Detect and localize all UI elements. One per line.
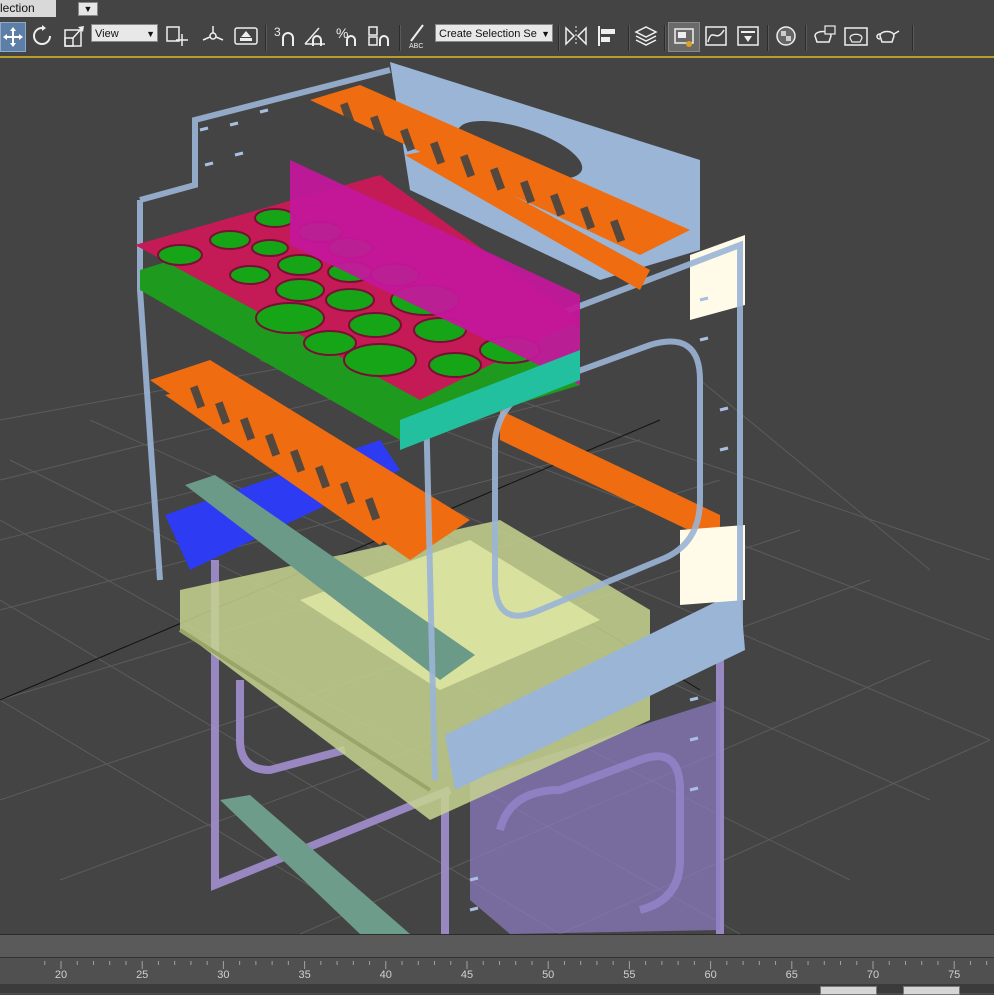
- toolbar-divider: [664, 25, 666, 51]
- align-icon[interactable]: [594, 22, 624, 50]
- toolbar-divider: [767, 25, 769, 51]
- frame-tick-label: 30: [217, 969, 230, 981]
- frame-tick-label: 20: [54, 969, 68, 981]
- mirror-icon[interactable]: [562, 22, 590, 50]
- chevron-down-icon: ▼: [541, 29, 550, 39]
- snap-toggle-label: 3: [274, 25, 281, 39]
- time-slider[interactable]: [0, 935, 994, 958]
- scale-icon[interactable]: [60, 22, 90, 50]
- edit-named-selection-icon[interactable]: ABC: [404, 22, 432, 50]
- frame-tick-label: 45: [460, 969, 474, 981]
- toolbar-divider: [399, 25, 401, 51]
- svg-text:ABC: ABC: [409, 43, 423, 49]
- toolbar-divider: [558, 25, 560, 51]
- perspective-viewport[interactable]: [0, 58, 994, 934]
- top-strip: lection ▼: [0, 0, 994, 17]
- selection-tab-dropdown-arrow[interactable]: ▼: [78, 2, 98, 16]
- right-orange-rail: [500, 410, 720, 545]
- named-selection-sets-dropdown[interactable]: Create Selection Se ▼: [435, 24, 553, 42]
- coordinate-field-y[interactable]: [903, 986, 960, 995]
- frame-tick-label: 25: [136, 969, 149, 981]
- percent-snap-icon[interactable]: %: [334, 22, 362, 50]
- scene-explorer-icon[interactable]: [668, 22, 700, 52]
- coordinate-field-x[interactable]: [820, 986, 877, 995]
- material-editor-icon[interactable]: [771, 22, 801, 50]
- angle-snap-icon[interactable]: [302, 22, 330, 50]
- reference-coordinate-value: View: [95, 28, 119, 40]
- render-setup-icon[interactable]: [809, 22, 839, 50]
- render-teapot-icon[interactable]: [873, 22, 903, 50]
- toolbar-divider: [265, 25, 267, 51]
- layer-manager-icon[interactable]: [632, 22, 660, 50]
- toolbar-divider: [912, 25, 914, 51]
- move-icon[interactable]: [0, 22, 26, 52]
- rendered-frame-window-icon[interactable]: [841, 22, 871, 50]
- toolbar-divider: [805, 25, 807, 51]
- keyboard-shortcut-override-icon[interactable]: [231, 22, 261, 50]
- main-toolbar: View ▼ 3 % ABC Create Selection Se ▼: [0, 17, 994, 58]
- frame-tick-label: 70: [866, 969, 880, 981]
- frame-tick-label: 55: [623, 969, 636, 981]
- pivot-icon[interactable]: [162, 22, 190, 50]
- reference-coordinate-dropdown[interactable]: View ▼: [91, 24, 158, 42]
- selection-tab[interactable]: lection: [0, 0, 56, 17]
- frame-tick-label: 60: [704, 969, 717, 981]
- curve-editor-icon[interactable]: [701, 22, 731, 50]
- rotate-icon[interactable]: [29, 22, 55, 50]
- schematic-view-icon[interactable]: [733, 22, 763, 50]
- spinner-snap-icon[interactable]: [366, 22, 394, 50]
- snap-toggle-icon[interactable]: 3: [272, 22, 298, 50]
- frame-tick-label: 40: [379, 969, 392, 981]
- chevron-down-icon: ▼: [146, 29, 155, 39]
- frame-tick-label: 75: [948, 969, 961, 981]
- toolbar-divider: [628, 25, 630, 51]
- manipulate-icon[interactable]: [199, 22, 227, 50]
- frame-tick-label: 65: [785, 969, 798, 981]
- frame-tick-label: 50: [542, 969, 555, 981]
- frame-tick-label: 35: [298, 969, 311, 981]
- viewport-scene: [0, 62, 991, 934]
- named-selection-sets-value: Create Selection Se: [439, 28, 537, 40]
